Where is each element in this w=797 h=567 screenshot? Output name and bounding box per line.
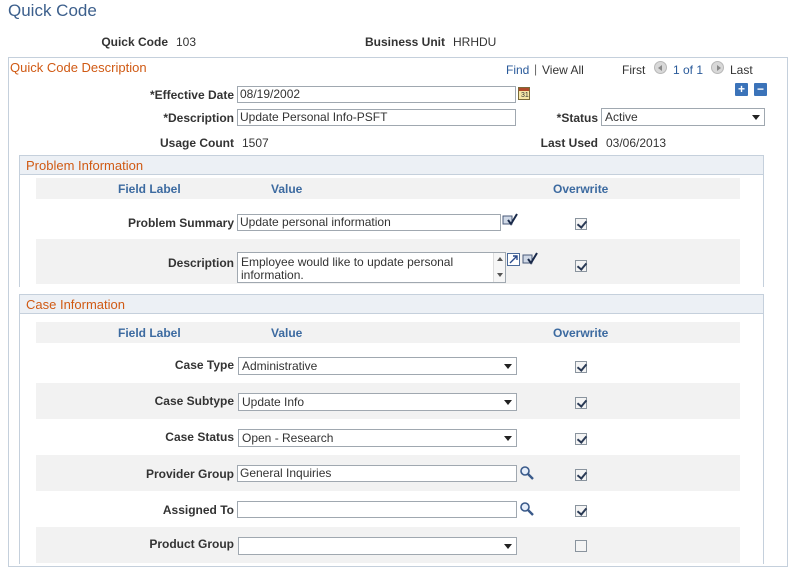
problem-description-textarea[interactable]: Employee would like to update personal i… bbox=[237, 252, 506, 283]
case-col-value: Value bbox=[271, 326, 303, 340]
spellcheck-icon[interactable] bbox=[502, 212, 518, 226]
view-all-link[interactable]: View All bbox=[542, 63, 584, 77]
nav-separator: | bbox=[534, 62, 538, 76]
case-col-field-label: Field Label bbox=[118, 326, 181, 340]
assigned-to-label: Assigned To bbox=[162, 503, 234, 517]
case-type-select[interactable]: Administrative bbox=[238, 357, 517, 375]
chevron-down-icon bbox=[504, 436, 512, 441]
product-group-overwrite-checkbox[interactable] bbox=[575, 540, 587, 552]
provider-group-label: Provider Group bbox=[145, 467, 234, 481]
last-used-label: Last Used bbox=[540, 136, 598, 150]
chevron-down-icon bbox=[504, 364, 512, 369]
status-label: *Status bbox=[556, 111, 598, 125]
provider-group-overwrite-checkbox[interactable] bbox=[575, 469, 587, 481]
case-type-overwrite-checkbox[interactable] bbox=[575, 361, 587, 373]
problem-description-overwrite-checkbox[interactable] bbox=[575, 260, 587, 272]
product-group-label: Product Group bbox=[149, 537, 234, 551]
quick-code-description-title: Quick Code Description bbox=[10, 60, 147, 75]
previous-icon[interactable] bbox=[654, 61, 667, 74]
problem-col-value: Value bbox=[271, 182, 303, 196]
quick-code-label: Quick Code bbox=[101, 35, 168, 49]
expand-textarea-icon[interactable] bbox=[507, 253, 520, 266]
problem-summary-overwrite-checkbox[interactable] bbox=[575, 218, 587, 230]
problem-description-text: Employee would like to update personal i… bbox=[241, 255, 454, 282]
find-link[interactable]: Find bbox=[506, 63, 529, 77]
delete-row-button[interactable]: − bbox=[754, 83, 767, 96]
chevron-down-icon bbox=[752, 115, 760, 120]
case-subtype-value: Update Info bbox=[242, 395, 305, 409]
effective-date-input[interactable]: 08/19/2002 bbox=[237, 86, 516, 103]
description-label: *Description bbox=[163, 111, 234, 125]
first-link[interactable]: First bbox=[622, 63, 645, 77]
assigned-to-input[interactable] bbox=[237, 501, 517, 518]
business-unit-label: Business Unit bbox=[364, 35, 445, 49]
lookup-magnifier-icon[interactable] bbox=[519, 501, 535, 517]
case-subtype-label: Case Subtype bbox=[154, 394, 234, 408]
problem-description-label: Description bbox=[167, 256, 234, 270]
case-subtype-select[interactable]: Update Info bbox=[238, 393, 517, 411]
status-select-value: Active bbox=[605, 110, 638, 124]
product-group-select[interactable] bbox=[238, 537, 517, 555]
problem-information-header: Problem Information bbox=[19, 155, 764, 175]
case-subtype-overwrite-checkbox[interactable] bbox=[575, 397, 587, 409]
page-title: Quick Code bbox=[8, 1, 97, 20]
problem-summary-input[interactable]: Update personal information bbox=[237, 214, 501, 231]
effective-date-label: *Effective Date bbox=[149, 88, 234, 102]
case-information-title: Case Information bbox=[26, 297, 125, 312]
usage-count-value: 1507 bbox=[242, 136, 269, 150]
case-type-label: Case Type bbox=[174, 358, 234, 372]
description-input[interactable]: Update Personal Info-PSFT bbox=[237, 109, 516, 126]
calendar-icon[interactable]: 31 bbox=[518, 87, 530, 100]
case-status-overwrite-checkbox[interactable] bbox=[575, 433, 587, 445]
case-status-label: Case Status bbox=[165, 430, 234, 444]
case-status-value: Open - Research bbox=[242, 431, 334, 445]
lookup-magnifier-icon[interactable] bbox=[519, 465, 535, 481]
case-status-select[interactable]: Open - Research bbox=[238, 429, 517, 447]
problem-summary-label: Problem Summary bbox=[127, 216, 234, 230]
usage-count-label: Usage Count bbox=[159, 136, 234, 150]
quick-code-value: 103 bbox=[176, 35, 197, 49]
provider-group-input[interactable]: General Inquiries bbox=[237, 465, 517, 482]
assigned-to-overwrite-checkbox[interactable] bbox=[575, 505, 587, 517]
last-link[interactable]: Last bbox=[730, 63, 753, 77]
problem-information-title: Problem Information bbox=[26, 158, 144, 173]
problem-col-field-label: Field Label bbox=[118, 182, 181, 196]
textarea-scrollbar[interactable] bbox=[493, 253, 505, 282]
case-col-overwrite: Overwrite bbox=[553, 326, 609, 340]
case-type-value: Administrative bbox=[242, 359, 318, 373]
chevron-down-icon bbox=[504, 400, 512, 405]
last-used-value: 03/06/2013 bbox=[606, 136, 667, 150]
status-select[interactable]: Active bbox=[601, 108, 765, 126]
next-icon[interactable] bbox=[711, 61, 724, 74]
spellcheck-icon[interactable] bbox=[522, 251, 538, 265]
case-information-header: Case Information bbox=[19, 294, 764, 314]
paging-text: 1 of 1 bbox=[673, 63, 704, 77]
chevron-down-icon bbox=[504, 544, 512, 549]
problem-col-overwrite: Overwrite bbox=[553, 182, 609, 196]
add-row-button[interactable]: + bbox=[735, 83, 748, 96]
business-unit-value: HRHDU bbox=[453, 35, 497, 49]
